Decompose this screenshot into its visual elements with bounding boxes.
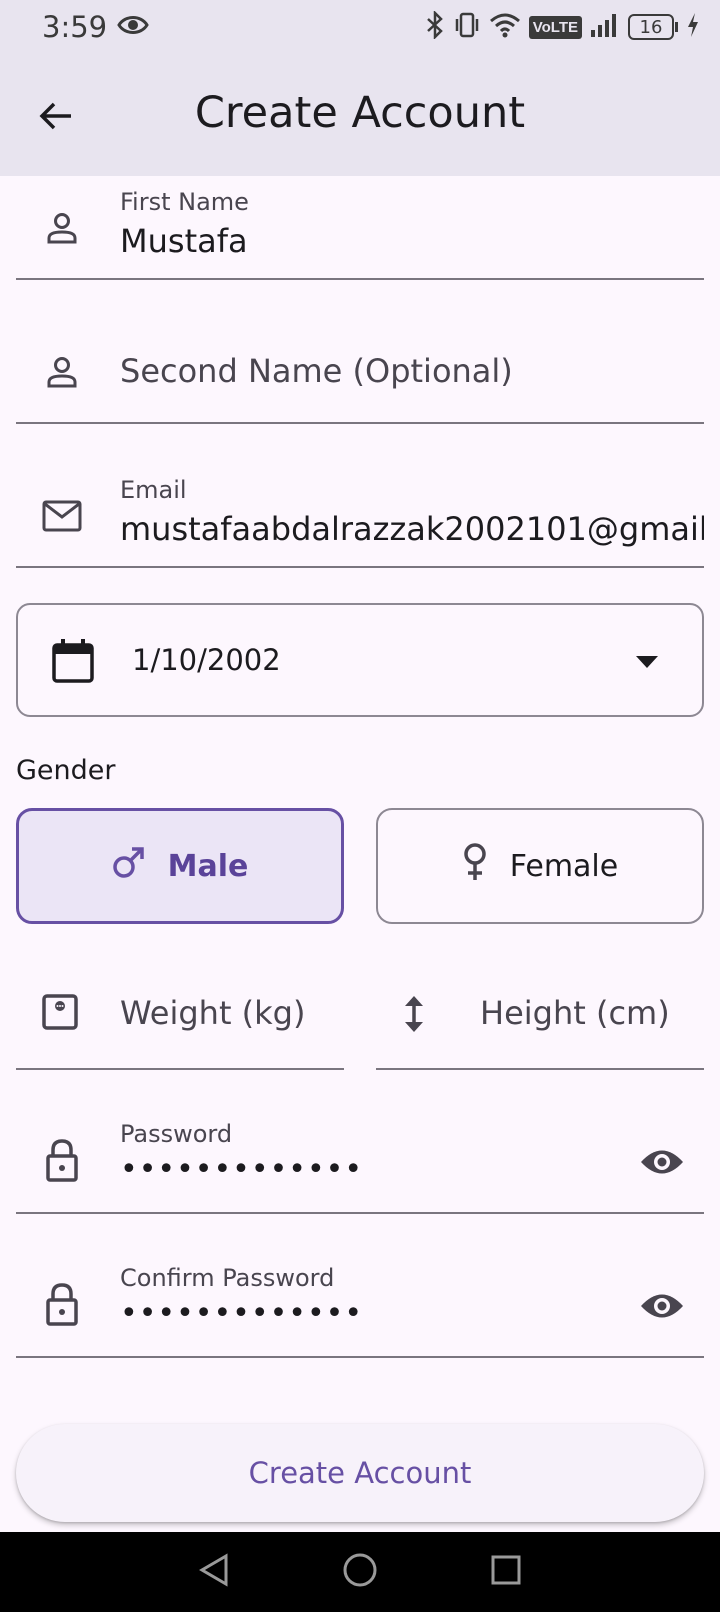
male-icon — [112, 845, 146, 887]
eye-icon — [117, 14, 149, 41]
password-value[interactable]: ••••••••••••• — [120, 1152, 704, 1187]
charging-icon — [686, 12, 700, 43]
gender-male-label: Male — [167, 848, 249, 884]
weight-field[interactable]: Weight (kg) — [16, 960, 344, 1070]
password-label: Password — [120, 1120, 233, 1148]
create-account-button[interactable]: Create Account — [16, 1424, 704, 1522]
lock-icon — [42, 1283, 82, 1326]
dropdown-arrow-icon — [636, 655, 658, 673]
lock-icon — [42, 1139, 82, 1182]
status-bar: 3:59 VoLTE 16 — [0, 0, 720, 54]
height-field[interactable]: Height (cm) — [376, 960, 704, 1070]
page-title: Create Account — [194, 88, 526, 138]
second-name-field[interactable]: Second Name (Optional) — [16, 320, 704, 424]
battery-level: 16 — [628, 14, 674, 40]
height-icon — [402, 994, 426, 1039]
gender-label: Gender — [16, 755, 116, 786]
status-time: 3:59 — [42, 10, 108, 44]
vibrate-icon — [453, 11, 481, 44]
toggle-confirm-password-visibility-button[interactable] — [638, 1282, 686, 1330]
birth-date-value: 1/10/2002 — [132, 643, 281, 677]
email-label: Email — [120, 476, 187, 504]
gender-female-button[interactable]: Female — [376, 808, 704, 924]
height-placeholder[interactable]: Height (cm) — [480, 994, 670, 1032]
confirm-password-field[interactable]: Confirm Password ••••••••••••• — [16, 1252, 704, 1358]
password-field[interactable]: Password ••••••••••••• — [16, 1108, 704, 1214]
app-bar: Create Account — [0, 54, 720, 176]
scale-icon — [42, 994, 78, 1035]
calendar-icon — [52, 639, 94, 688]
wifi-icon — [489, 12, 521, 43]
female-icon — [462, 842, 488, 890]
mail-icon — [42, 496, 82, 536]
person-icon — [42, 208, 82, 248]
email-value[interactable]: mustafaabdalrazzak2002101@gmail.com — [120, 510, 704, 548]
confirm-password-label: Confirm Password — [120, 1264, 335, 1292]
volte-badge: VoLTE — [528, 15, 582, 39]
visibility-icon — [641, 1150, 683, 1174]
nav-recents-icon[interactable] — [490, 1554, 522, 1591]
bluetooth-icon — [425, 9, 445, 44]
battery-icon: 16 — [628, 14, 678, 40]
nav-home-icon[interactable] — [342, 1552, 378, 1593]
system-nav-bar — [0, 1532, 720, 1612]
birth-date-dropdown[interactable]: 1/10/2002 — [16, 603, 704, 717]
first-name-label: First Name — [120, 188, 249, 216]
first-name-value[interactable]: Mustafa — [120, 222, 704, 260]
toggle-password-visibility-button[interactable] — [638, 1138, 686, 1186]
confirm-password-value[interactable]: ••••••••••••• — [120, 1296, 704, 1331]
weight-placeholder[interactable]: Weight (kg) — [120, 994, 305, 1032]
second-name-placeholder[interactable]: Second Name (Optional) — [120, 352, 513, 390]
gender-male-button[interactable]: Male — [16, 808, 344, 924]
nav-back-icon[interactable] — [198, 1552, 230, 1592]
person-icon — [42, 352, 82, 392]
email-field[interactable]: Email mustafaabdalrazzak2002101@gmail.co… — [16, 464, 704, 568]
gender-female-label: Female — [509, 848, 619, 884]
signal-icon — [590, 12, 620, 43]
first-name-field[interactable]: First Name Mustafa — [16, 176, 704, 280]
visibility-icon — [641, 1294, 683, 1318]
